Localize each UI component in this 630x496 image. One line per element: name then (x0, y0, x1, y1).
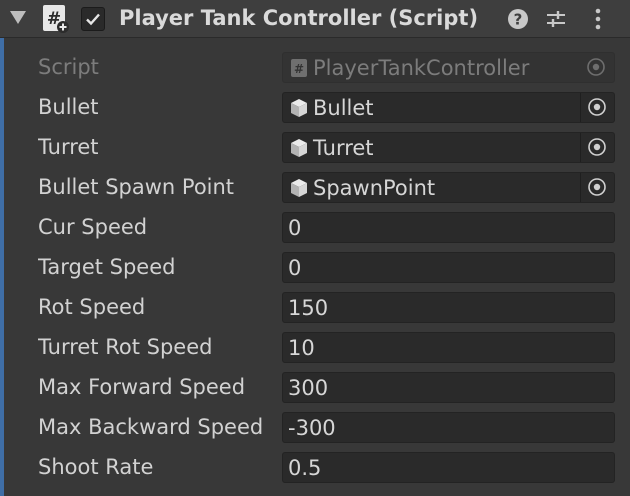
turret-object-value: Turret (313, 136, 374, 160)
turret-object-field[interactable]: Turret (282, 132, 615, 163)
object-picker-button[interactable] (580, 93, 614, 122)
field-label-shoot-rate[interactable]: Shoot Rate (38, 453, 282, 481)
field-label-bullet-spawn-point: Bullet Spawn Point (38, 175, 235, 199)
prefab-cube-icon (291, 139, 307, 157)
checkmark-icon (86, 13, 100, 26)
field-row-turret-rot-speed: Turret Rot Speed 10 (0, 327, 630, 367)
field-label-max-backward-speed[interactable]: Max Backward Speed (38, 413, 282, 441)
target-speed-input[interactable]: 0 (282, 252, 615, 283)
svg-text:?: ? (514, 11, 523, 29)
max-forward-speed-value: 300 (288, 376, 329, 400)
max-forward-speed-input[interactable]: 300 (282, 372, 615, 403)
field-row-shoot-rate: Shoot Rate 0.5 (0, 447, 630, 487)
prefab-cube-icon (291, 99, 307, 117)
script-object-field: # PlayerTankController (282, 52, 615, 83)
cur-speed-input[interactable]: 0 (282, 212, 615, 243)
field-row-max-forward-speed: Max Forward Speed 300 (0, 367, 630, 407)
turret-rot-speed-input[interactable]: 10 (282, 332, 615, 363)
prefab-cube-icon (291, 179, 307, 197)
target-speed-value: 0 (288, 256, 302, 280)
field-row-bullet: Bullet Bullet (0, 87, 630, 127)
field-label-rot-speed[interactable]: Rot Speed (38, 293, 282, 321)
component-title: Player Tank Controller (Script) (119, 6, 479, 30)
field-label-turret: Turret (38, 135, 99, 159)
presets-icon[interactable] (543, 6, 569, 32)
script-component-icon: # (43, 5, 69, 33)
bullet-object-value: Bullet (313, 96, 374, 120)
field-row-cur-speed: Cur Speed 0 (0, 207, 630, 247)
max-backward-speed-value: -300 (288, 416, 336, 440)
field-label-bullet: Bullet (38, 95, 99, 119)
object-picker-icon (588, 138, 606, 156)
script-object-value: PlayerTankController (313, 56, 530, 80)
rot-speed-input[interactable]: 150 (282, 292, 615, 323)
object-picker-button (580, 53, 614, 82)
field-label-turret-rot-speed[interactable]: Turret Rot Speed (38, 333, 282, 361)
inspector-component-panel: # Player Tank Controller (Script) ? Scri… (0, 0, 630, 496)
cur-speed-value: 0 (288, 216, 302, 240)
field-label-cur-speed[interactable]: Cur Speed (38, 213, 282, 241)
field-row-target-speed: Target Speed 0 (0, 247, 630, 287)
bullet-spawn-point-object-value: SpawnPoint (313, 176, 436, 200)
rot-speed-value: 150 (288, 296, 329, 320)
field-label-target-speed[interactable]: Target Speed (38, 253, 282, 281)
kebab-menu-icon[interactable] (585, 6, 611, 32)
field-label-script: Script (38, 55, 99, 79)
field-row-max-backward-speed: Max Backward Speed -300 (0, 407, 630, 447)
object-picker-icon (588, 178, 606, 196)
foldout-arrow-icon[interactable] (10, 11, 26, 24)
shoot-rate-value: 0.5 (288, 456, 322, 480)
object-picker-icon (588, 98, 606, 116)
field-row-script: Script # PlayerTankController (0, 47, 630, 87)
help-icon[interactable]: ? (505, 6, 531, 32)
field-row-rot-speed: Rot Speed 150 (0, 287, 630, 327)
field-row-bullet-spawn-point: Bullet Spawn Point SpawnPoint (0, 167, 630, 207)
bullet-object-field[interactable]: Bullet (282, 92, 615, 123)
object-picker-button[interactable] (580, 133, 614, 162)
shoot-rate-input[interactable]: 0.5 (282, 452, 615, 483)
svg-text:#: # (294, 62, 304, 76)
turret-rot-speed-value: 10 (288, 336, 315, 360)
object-picker-button[interactable] (580, 173, 614, 202)
component-header[interactable]: # Player Tank Controller (Script) ? (0, 0, 630, 38)
field-row-turret: Turret Turret (0, 127, 630, 167)
max-backward-speed-input[interactable]: -300 (282, 412, 615, 443)
component-enabled-checkbox[interactable] (81, 7, 105, 31)
bullet-spawn-point-object-field[interactable]: SpawnPoint (282, 172, 615, 203)
object-picker-icon (587, 58, 605, 76)
field-label-max-forward-speed[interactable]: Max Forward Speed (38, 373, 282, 401)
script-asset-icon: # (291, 59, 307, 77)
